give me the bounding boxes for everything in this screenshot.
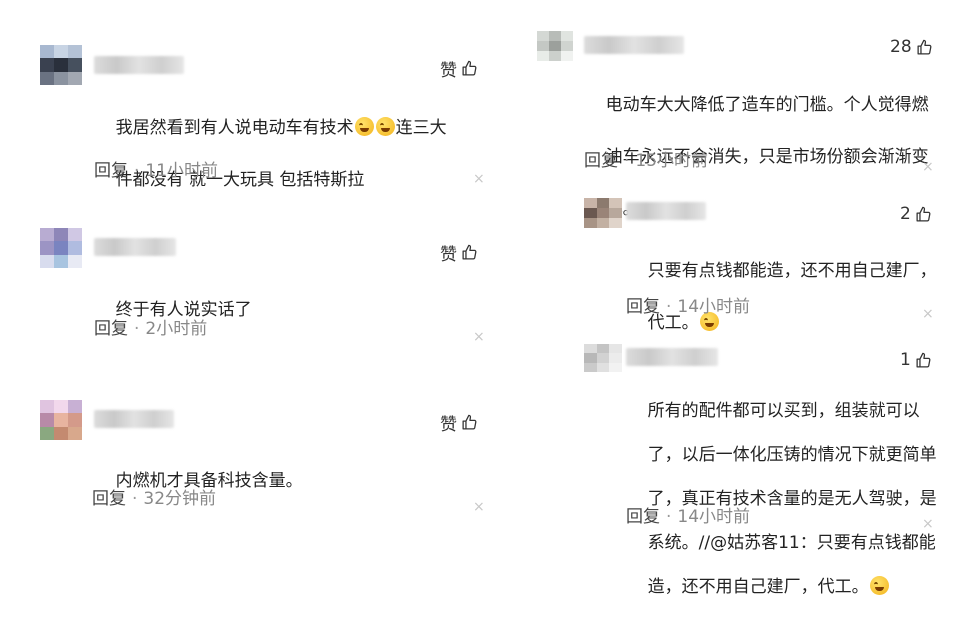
like-button[interactable]: 2: [900, 204, 932, 224]
close-icon[interactable]: ×: [922, 307, 934, 321]
reply-button[interactable]: 回复: [626, 297, 660, 317]
comment-text-line: 造，还不用自己建厂，代工。: [647, 577, 869, 597]
username-blurred[interactable]: [626, 348, 718, 366]
avatar[interactable]: [40, 400, 82, 440]
thumbs-up-icon: [462, 60, 477, 76]
thumbs-up-icon: [916, 352, 931, 368]
thumbs-up-icon: [462, 244, 477, 260]
comment-text: 我居然看到有人说电动车有技术 连三大 件都没有 就一大玩具 包括特斯拉: [94, 89, 494, 219]
close-icon[interactable]: ×: [922, 160, 934, 174]
comment-time: 11小时前: [145, 161, 219, 181]
meta-separator: ·: [666, 297, 672, 317]
comment-time: 14小时前: [677, 507, 751, 527]
comment-meta: 回复 · 15小时前: [584, 146, 708, 171]
comment-meta: 回复 · 14小时前: [626, 292, 750, 317]
reply-button[interactable]: 回复: [626, 507, 660, 527]
like-label: 赞: [440, 245, 457, 265]
reply-button[interactable]: 回复: [94, 319, 128, 339]
crying-laugh-emoji-icon: [869, 576, 889, 595]
meta-separator: ·: [624, 151, 630, 171]
avatar[interactable]: [40, 228, 82, 268]
comment-text-line: 只要有点钱都能造，还不用自己建厂，: [647, 261, 937, 281]
rofl-emoji-icon: [354, 117, 374, 136]
avatar[interactable]: [40, 45, 82, 85]
thumbs-up-icon: [916, 206, 931, 222]
close-icon[interactable]: ×: [473, 172, 485, 186]
comment-time: 2小时前: [145, 319, 208, 339]
like-label: 赞: [440, 415, 457, 435]
comment-text-line: 连三大: [395, 118, 447, 138]
comment-text-line: 电动车大大降低了造车的门槛。个人觉得燃: [605, 95, 929, 115]
comment-meta: 回复 · 11小时前: [94, 156, 218, 181]
username-blurred[interactable]: [584, 36, 684, 54]
rofl-emoji-icon: [375, 117, 395, 136]
reply-button[interactable]: 回复: [584, 151, 618, 171]
close-icon[interactable]: ×: [473, 330, 485, 344]
close-icon[interactable]: ×: [922, 517, 934, 531]
like-count: 28: [890, 37, 912, 57]
reply-button[interactable]: 回复: [92, 489, 126, 509]
like-button[interactable]: 28: [890, 37, 933, 57]
thumbs-up-icon: [917, 39, 932, 55]
like-label: 赞: [440, 61, 457, 81]
like-count: 1: [900, 350, 911, 370]
username-blurred[interactable]: [94, 410, 174, 428]
meta-separator: ·: [666, 507, 672, 527]
comment-meta: 回复 · 2小时前: [94, 314, 207, 339]
comment-text-line: 了，以后一体化压铸的情况下就更简单: [647, 445, 937, 465]
username-blurred[interactable]: [626, 202, 706, 220]
avatar[interactable]: [584, 198, 622, 228]
like-button[interactable]: 赞: [440, 56, 478, 81]
comment-text-line: 我居然看到有人说电动车有技术: [115, 118, 354, 138]
reply-button[interactable]: 回复: [94, 161, 128, 181]
username-blurred[interactable]: [94, 238, 176, 256]
username-blurred[interactable]: [94, 56, 184, 74]
comment-text-line: 系统。//@姑苏客11：只要有点钱都能: [647, 533, 936, 553]
comment-meta: 回复 · 14小时前: [626, 502, 750, 527]
like-count: 2: [900, 204, 911, 224]
meta-separator: ·: [134, 319, 140, 339]
comment-time: 15小时前: [635, 151, 709, 171]
comment-meta: 回复 · 32分钟前: [92, 484, 216, 509]
thumbs-up-icon: [462, 414, 477, 430]
like-button[interactable]: 赞: [440, 240, 478, 265]
like-button[interactable]: 赞: [440, 410, 478, 435]
avatar[interactable]: [584, 344, 622, 372]
comment-time: 32分钟前: [143, 489, 217, 509]
like-button[interactable]: 1: [900, 350, 932, 370]
comment-time: 14小时前: [677, 297, 751, 317]
avatar[interactable]: [537, 31, 573, 61]
meta-separator: ·: [134, 161, 140, 181]
close-icon[interactable]: ×: [473, 500, 485, 514]
meta-separator: ·: [132, 489, 138, 509]
comment-text: 所有的配件都可以买到，组装就可以 了，以后一体化压铸的情况下就更简单 了，真正有…: [626, 378, 946, 620]
comment-text-line: 所有的配件都可以买到，组装就可以: [647, 401, 920, 421]
